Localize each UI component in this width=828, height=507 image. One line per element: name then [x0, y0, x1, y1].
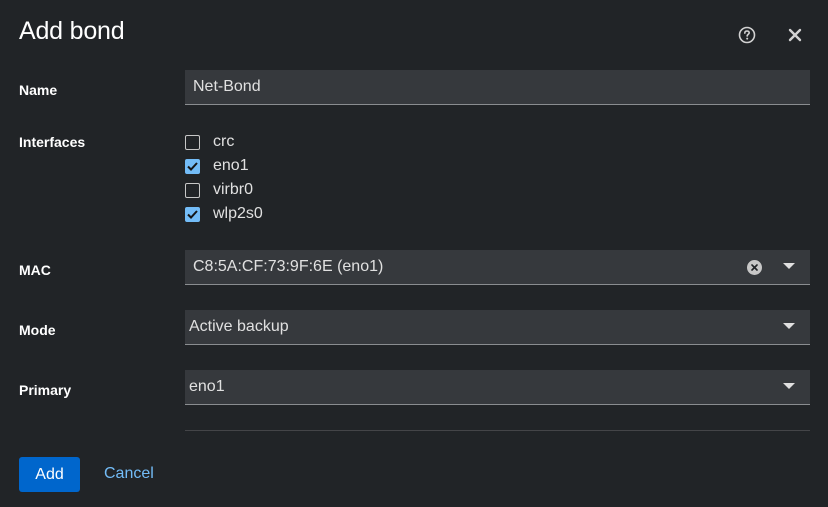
mac-label: MAC: [19, 262, 51, 278]
help-icon[interactable]: [738, 26, 756, 44]
mac-select[interactable]: C8:5A:CF:73:9F:6E (eno1): [185, 250, 810, 285]
add-button[interactable]: Add: [19, 457, 80, 492]
name-label: Name: [19, 82, 58, 98]
checkbox-crc[interactable]: [185, 134, 200, 150]
chevron-down-icon[interactable]: [783, 323, 795, 329]
name-input-value: Net-Bond: [193, 78, 261, 95]
interface-label-crc: crc: [213, 133, 235, 150]
mac-select-value: C8:5A:CF:73:9F:6E (eno1): [193, 258, 384, 275]
interface-label-eno1: eno1: [213, 157, 249, 174]
chevron-down-icon[interactable]: [783, 263, 795, 269]
checkmark-icon: [187, 209, 198, 219]
mode-label: Mode: [19, 322, 56, 338]
mode-select-value: Active backup: [189, 318, 289, 335]
checkmark-icon: [187, 161, 198, 171]
cancel-button[interactable]: Cancel: [104, 465, 154, 483]
interface-option-eno1[interactable]: eno1: [185, 156, 249, 176]
checkbox-wlp2s0[interactable]: [185, 206, 200, 222]
checkbox-virbr0[interactable]: [185, 182, 200, 198]
dialog-title: Add bond: [19, 17, 125, 45]
divider: [185, 430, 810, 431]
interface-label-virbr0: virbr0: [213, 181, 254, 198]
interface-option-wlp2s0[interactable]: wlp2s0: [185, 204, 263, 224]
mode-select[interactable]: Active backup: [185, 310, 810, 345]
primary-label: Primary: [19, 382, 72, 398]
checkbox-eno1[interactable]: [185, 158, 200, 174]
clear-icon[interactable]: [747, 260, 762, 275]
interface-option-crc[interactable]: crc: [185, 132, 234, 152]
interfaces-label: Interfaces: [19, 134, 86, 150]
primary-select-value: eno1: [189, 378, 225, 395]
interface-label-wlp2s0: wlp2s0: [213, 205, 263, 222]
close-icon[interactable]: [786, 26, 804, 44]
primary-select[interactable]: eno1: [185, 370, 810, 405]
name-input[interactable]: Net-Bond: [185, 70, 810, 105]
interface-option-virbr0[interactable]: virbr0: [185, 180, 253, 200]
chevron-down-icon[interactable]: [783, 383, 795, 389]
